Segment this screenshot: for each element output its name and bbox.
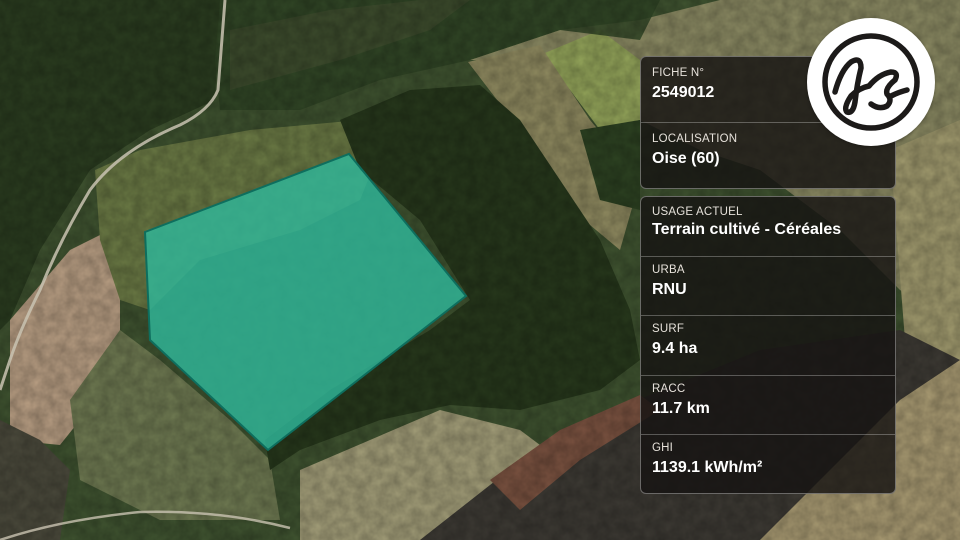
ghi-value: 1139.1 kWh/m²: [652, 459, 763, 477]
fs-monogram-logo: [807, 18, 935, 146]
surface-label: SURF: [652, 323, 685, 336]
urba-label: URBA: [652, 263, 685, 276]
usage-row: USAGE ACTUEL Terrain cultivé - Céréales: [641, 197, 895, 257]
fs-logo-icon: [822, 33, 920, 131]
ghi-label: GHI: [652, 442, 674, 455]
details-panel: USAGE ACTUEL Terrain cultivé - Céréales …: [640, 196, 896, 494]
surface-row: SURF 9.4 ha: [641, 316, 895, 376]
location-value: Oise (60): [652, 150, 720, 167]
connection-label: RACC: [652, 382, 686, 395]
connection-value: 11.7 km: [652, 399, 710, 417]
connection-row: RACC 11.7 km: [641, 376, 895, 436]
urba-row: URBA RNU: [641, 257, 895, 317]
usage-value: Terrain cultivé - Céréales: [652, 221, 842, 238]
surface-value: 9.4 ha: [652, 340, 698, 358]
urba-value: RNU: [652, 280, 687, 298]
ghi-row: GHI 1139.1 kWh/m²: [641, 435, 895, 493]
usage-label: USAGE ACTUEL: [652, 206, 743, 218]
